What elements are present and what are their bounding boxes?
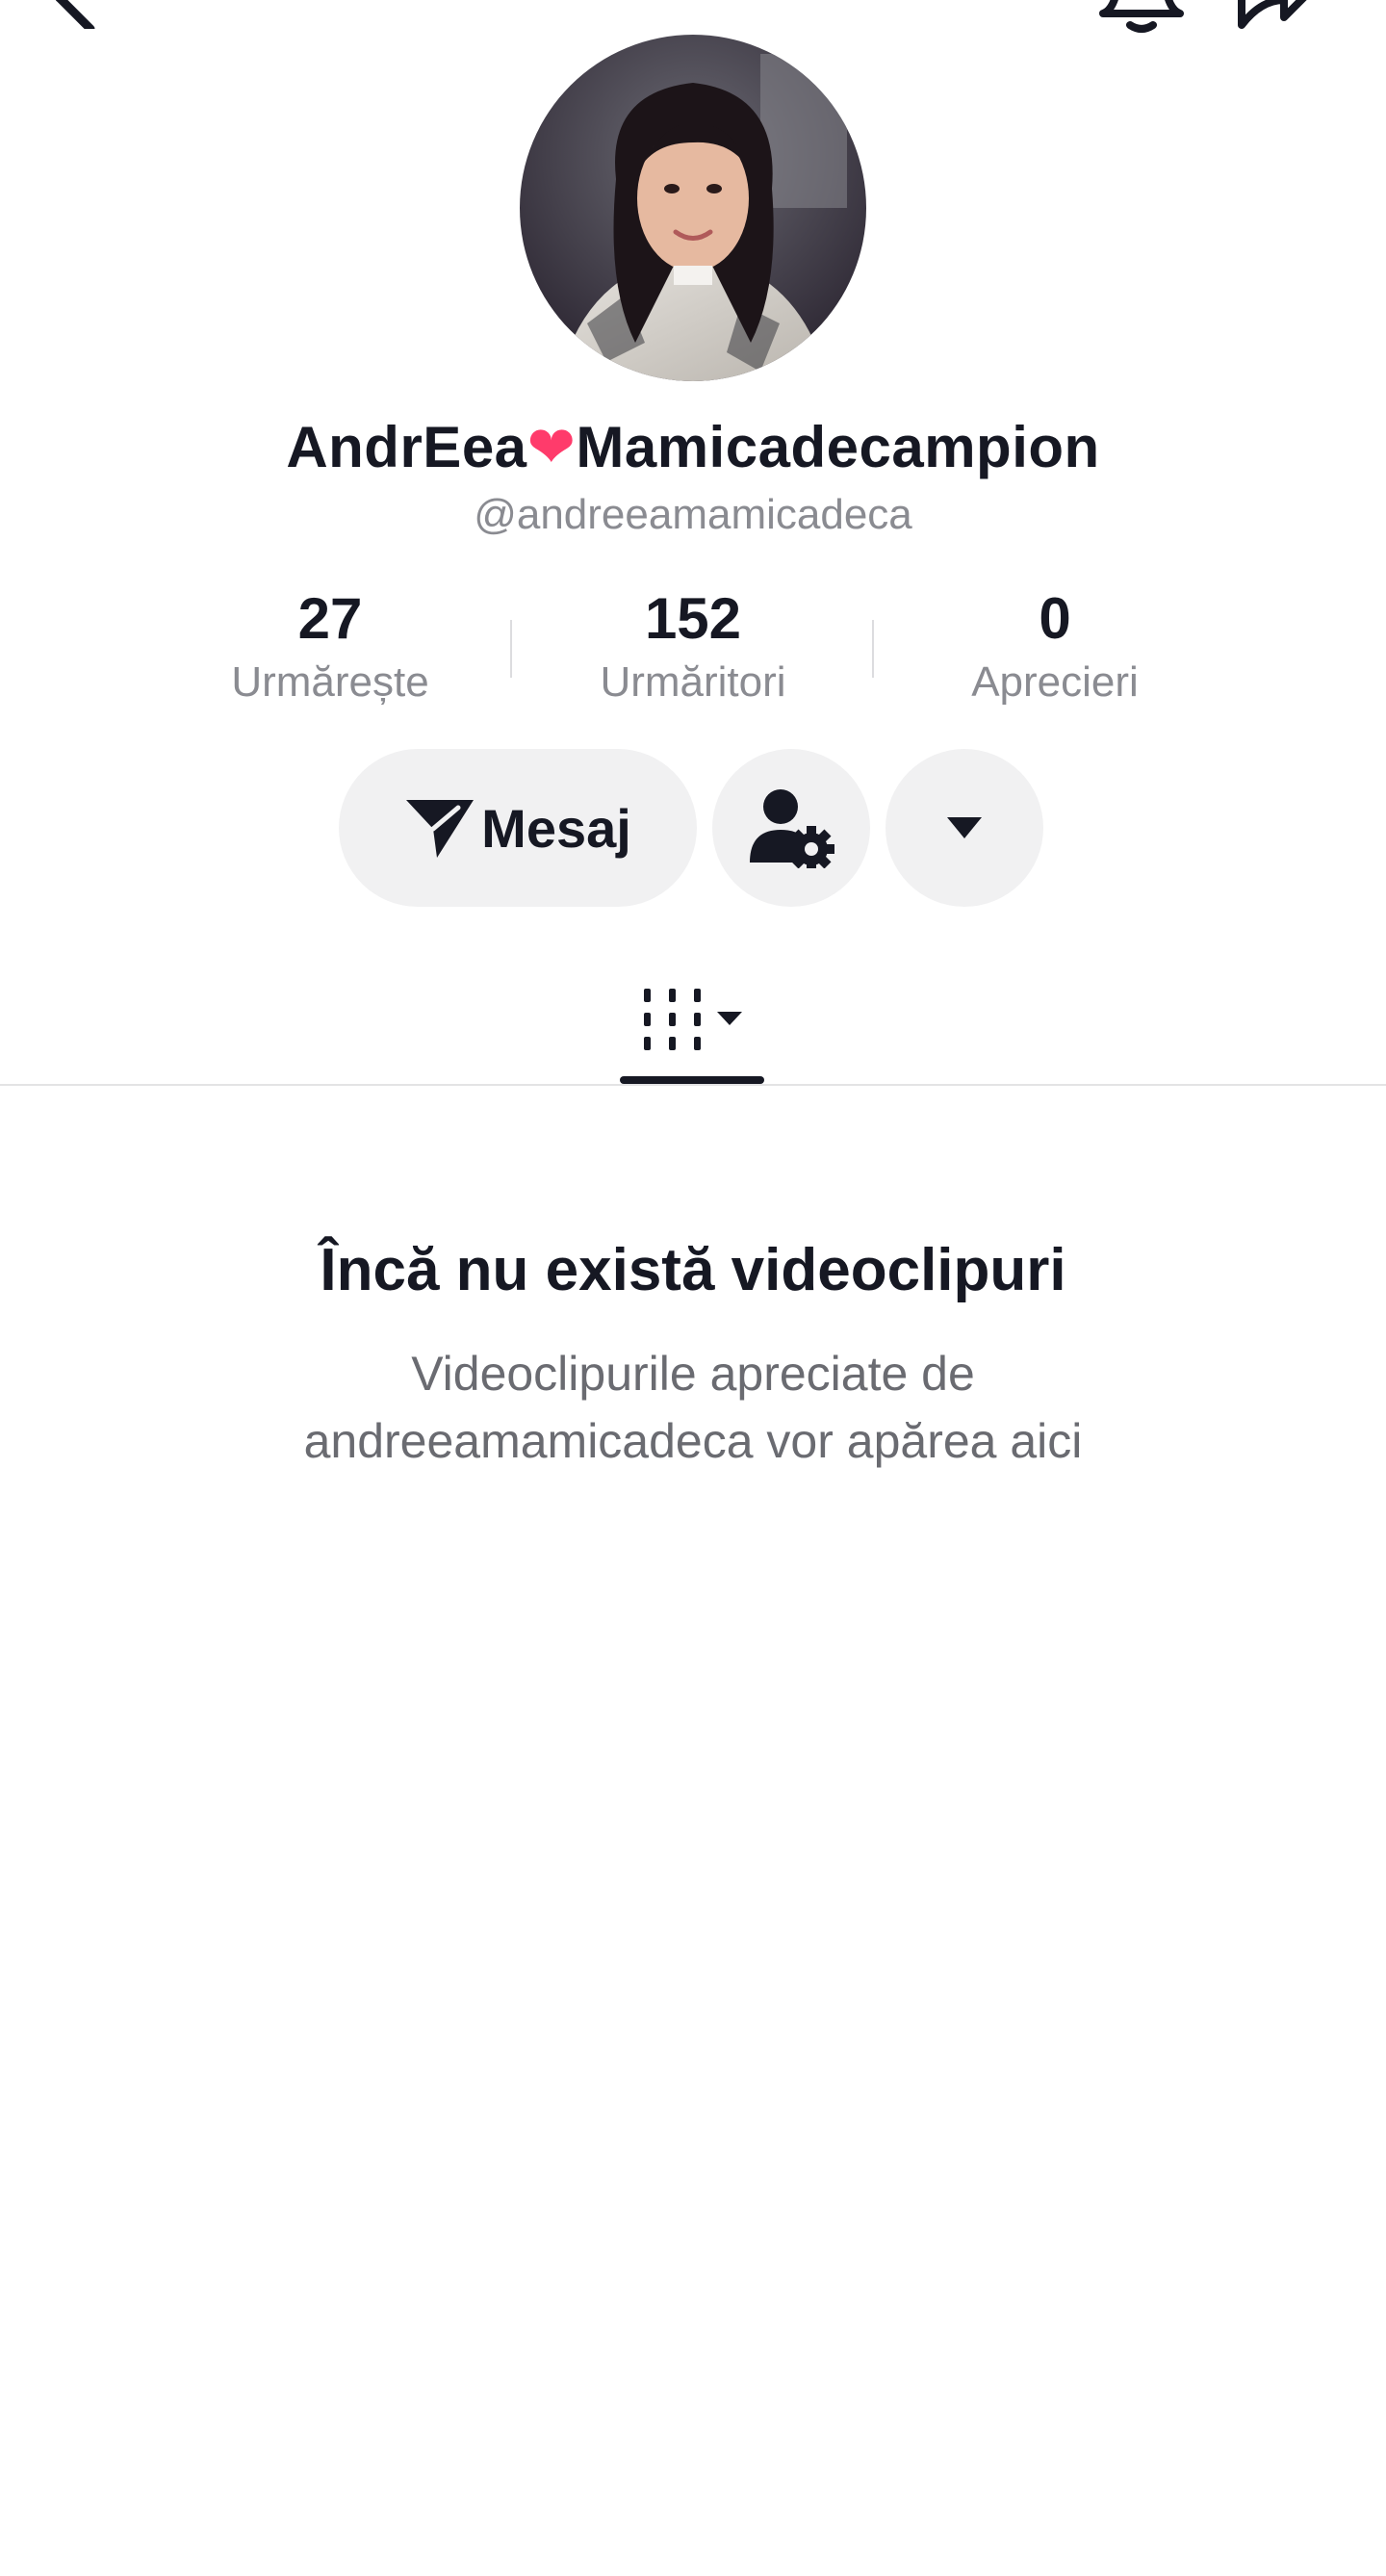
likes-label: Aprecieri bbox=[971, 658, 1139, 706]
likes-count: 0 bbox=[1039, 586, 1071, 651]
tab-active-indicator bbox=[620, 1076, 764, 1084]
avatar-photo bbox=[520, 35, 866, 381]
followers-label: Urmăritori bbox=[600, 658, 786, 706]
stat-followers[interactable]: 152 Urmăritori bbox=[529, 585, 857, 710]
followers-count: 152 bbox=[644, 586, 742, 651]
share-arrow-icon[interactable] bbox=[1232, 0, 1319, 29]
grid-filter-icon bbox=[644, 989, 742, 1050]
message-button[interactable]: Mesaj bbox=[339, 749, 697, 907]
stat-likes[interactable]: 0 Aprecieri bbox=[891, 585, 1219, 710]
username: @andreeamamicadeca bbox=[474, 491, 912, 538]
bell-icon[interactable] bbox=[1095, 0, 1188, 35]
chevron-left-icon[interactable] bbox=[46, 0, 104, 29]
profile-page: AndrEea❤Mamicadecampion @andreeamamicade… bbox=[0, 0, 1386, 2576]
stats-row: 27 Urmărește 152 Urmăritori 0 Aprecieri bbox=[0, 585, 1386, 710]
display-name: AndrEea❤Mamicadecampion bbox=[0, 414, 1386, 481]
caret-down-icon bbox=[947, 817, 982, 838]
display-name-part1: AndrEea bbox=[286, 415, 527, 479]
following-count: 27 bbox=[297, 586, 363, 651]
empty-state-title: Încă nu există videoclipuri bbox=[320, 1237, 1066, 1303]
user-settings-icon bbox=[750, 789, 834, 868]
stat-divider bbox=[510, 620, 512, 678]
stat-following[interactable]: 27 Urmărește bbox=[167, 585, 494, 710]
avatar[interactable] bbox=[520, 35, 866, 381]
tab-videos[interactable] bbox=[616, 963, 770, 1078]
message-label: Mesaj bbox=[481, 797, 631, 859]
add-friend-button[interactable] bbox=[712, 749, 870, 907]
send-icon bbox=[406, 800, 475, 858]
following-label: Urmărește bbox=[231, 658, 429, 706]
more-options-button[interactable] bbox=[886, 749, 1043, 907]
stat-divider bbox=[872, 620, 874, 678]
empty-state-description: Videoclipurile apreciate de andreeamamic… bbox=[303, 1347, 1083, 1468]
display-name-part2: Mamicadecampion bbox=[576, 415, 1100, 479]
tab-divider bbox=[0, 1084, 1386, 1086]
heart-emoji: ❤ bbox=[526, 415, 577, 479]
